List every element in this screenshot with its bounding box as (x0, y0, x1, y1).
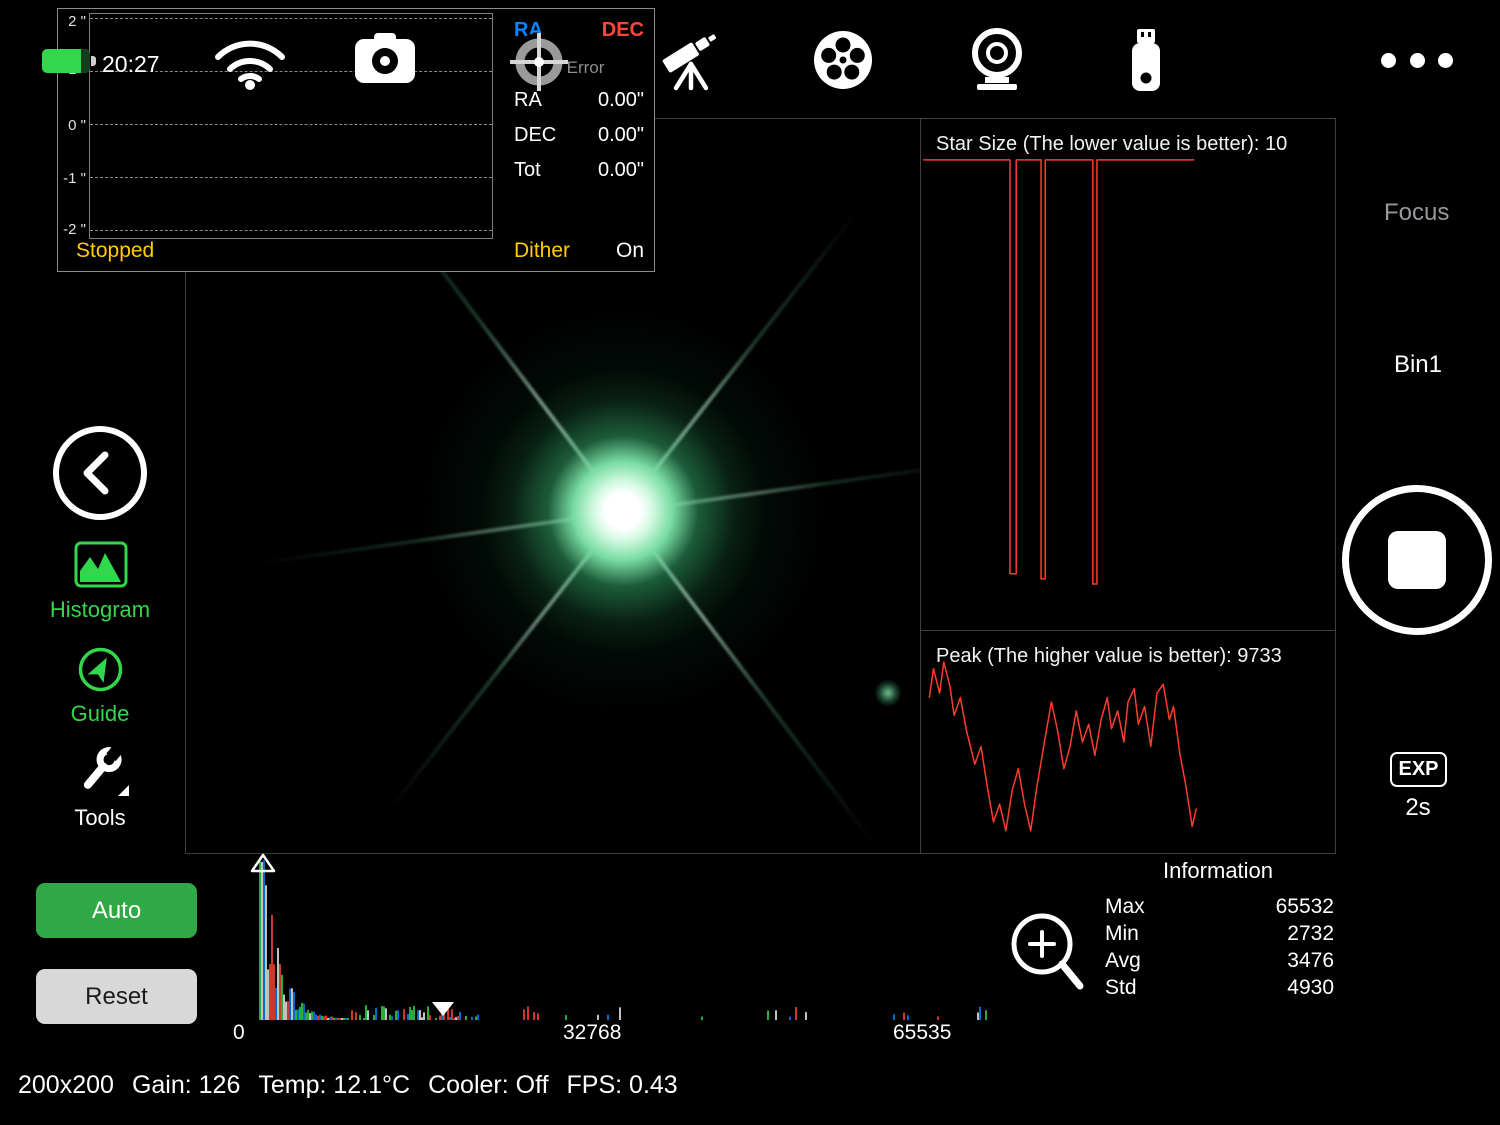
y-tick: -1 " (59, 170, 86, 187)
info-row: Avg 3476 (1100, 949, 1336, 976)
dither-label: Dither (514, 239, 570, 263)
guide-status: Stopped (76, 239, 154, 263)
stat-label: DEC (514, 124, 556, 147)
histogram-icon[interactable] (74, 541, 128, 589)
reset-stretch-button[interactable]: Reset (36, 969, 197, 1024)
information-title: Information (1100, 858, 1336, 884)
gridline (90, 18, 492, 19)
histogram-tick: 65535 (893, 1021, 951, 1045)
gridline (90, 124, 492, 125)
focus-mode-label[interactable]: Focus (1384, 199, 1449, 227)
stat-value: 0.00" (598, 89, 644, 112)
faint-star (874, 679, 902, 707)
y-tick: 0 " (59, 117, 86, 134)
info-label: Avg (1105, 949, 1141, 976)
info-label: Std (1105, 976, 1137, 1003)
crosshair-icon (508, 31, 570, 93)
star-size-plot (921, 119, 1335, 630)
focus-charts-panel: Star Size (The lower value is better): 1… (920, 118, 1336, 854)
cooler: Cooler: Off (428, 1071, 548, 1100)
info-row: Min 2732 (1100, 922, 1336, 949)
guide-graph-panel[interactable]: 2 " 1 " 0 " -1 " -2 " 20:27 RA DEC Total… (57, 8, 655, 272)
guide-icon[interactable] (78, 647, 123, 692)
info-value: 3476 (1287, 949, 1334, 976)
guide-stat-row: Tot 0.00" (514, 159, 644, 182)
auto-stretch-button[interactable]: Auto (36, 883, 197, 938)
stat-label: Tot (514, 159, 541, 182)
info-value: 2732 (1287, 922, 1334, 949)
info-label: Min (1105, 922, 1139, 949)
wifi-icon (204, 27, 296, 91)
tools-label[interactable]: Tools (40, 805, 160, 831)
filter-wheel-icon[interactable] (811, 28, 875, 92)
app-root: Star Size (The lower value is better): 1… (0, 0, 1500, 1125)
info-row: Std 4930 (1100, 976, 1336, 1003)
info-value: 65532 (1276, 895, 1334, 922)
back-button[interactable] (53, 426, 147, 520)
stat-value: 0.00" (598, 124, 644, 147)
stop-icon (1388, 531, 1446, 589)
stop-exposure-button[interactable] (1342, 485, 1492, 635)
temperature: Temp: 12.1°C (258, 1071, 410, 1100)
information-panel: Information Max 65532 Min 2732 Avg 3476 … (1100, 858, 1336, 1003)
zoom-icon[interactable] (1004, 906, 1088, 994)
y-tick: -2 " (59, 221, 86, 238)
chevron-left-icon (70, 443, 130, 503)
exposure-button[interactable]: EXP (1390, 752, 1447, 787)
info-row: Max 65532 (1100, 895, 1336, 922)
white-point-marker[interactable] (429, 1000, 457, 1018)
tools-icon[interactable] (74, 744, 132, 802)
gridline (90, 230, 492, 231)
guide-stat-row: DEC 0.00" (514, 124, 644, 147)
histogram-label[interactable]: Histogram (40, 597, 160, 623)
black-point-marker[interactable] (249, 852, 277, 874)
star-size-chart: Star Size (The lower value is better): 1… (921, 119, 1335, 631)
image-histogram[interactable] (250, 856, 1006, 1020)
gridline (90, 177, 492, 178)
stat-value: 0.00" (598, 159, 644, 182)
camera-status-bar: 200x200 Gain: 126 Temp: 12.1°C Cooler: O… (18, 1071, 678, 1100)
star-size-title: Star Size (The lower value is better): 1… (936, 133, 1287, 156)
dither-state[interactable]: On (616, 239, 644, 263)
gain: Gain: 126 (132, 1071, 240, 1100)
peak-chart: Peak (The higher value is better): 9733 (921, 631, 1335, 853)
histogram-tick: 32768 (563, 1021, 621, 1045)
bin-setting[interactable]: Bin1 (1380, 351, 1456, 379)
peak-title: Peak (The higher value is better): 9733 (936, 645, 1282, 668)
dec-header: DEC (602, 19, 644, 42)
exposure-value[interactable]: 2s (1380, 794, 1456, 822)
star (483, 371, 763, 651)
usb-storage-icon[interactable] (1126, 27, 1166, 93)
fps: FPS: 0.43 (567, 1071, 678, 1100)
info-label: Max (1105, 895, 1145, 922)
guide-label[interactable]: Guide (40, 701, 160, 727)
y-tick: 2 " (59, 13, 86, 30)
resolution: 200x200 (18, 1071, 114, 1100)
histogram-tick: 0 (233, 1021, 245, 1045)
clock: 20:27 (102, 51, 160, 78)
battery-icon (42, 49, 100, 73)
more-icon[interactable] (1381, 52, 1453, 68)
camera-icon (354, 31, 416, 85)
guide-scope-icon[interactable] (965, 26, 1029, 94)
telescope-icon[interactable] (658, 24, 726, 94)
info-value: 4930 (1287, 976, 1334, 1003)
